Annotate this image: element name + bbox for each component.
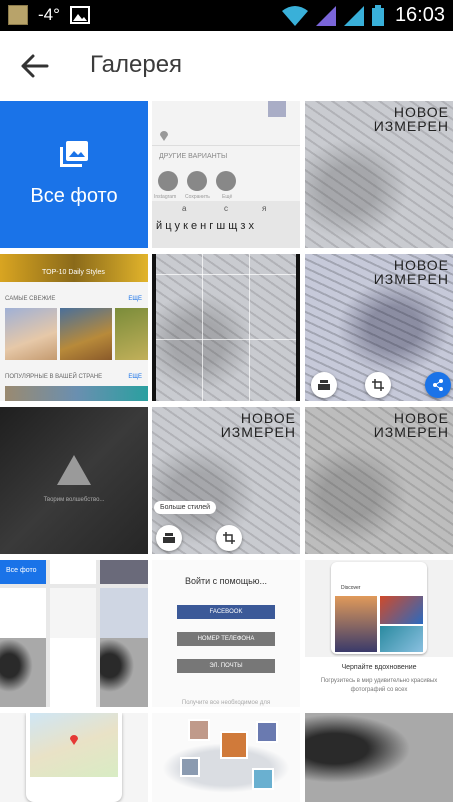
all-photos-label: Все фото bbox=[30, 185, 118, 207]
thumbnail bbox=[188, 719, 210, 741]
section-label: ПОПУЛЯРНЫЕ В ВАШЕЙ СТРАНЕ bbox=[5, 374, 103, 380]
location-icon bbox=[160, 131, 168, 141]
styles-icon bbox=[318, 380, 330, 390]
prisma-logo-icon bbox=[57, 455, 91, 485]
login-footer: Получите все необходимое для bbox=[181, 700, 271, 706]
suggestion[interactable]: а bbox=[182, 204, 186, 213]
photo-library-icon bbox=[60, 141, 88, 167]
app-bar: Галерея bbox=[0, 31, 453, 101]
signal-icon bbox=[315, 5, 336, 26]
share-button[interactable] bbox=[425, 372, 451, 398]
thumbnail bbox=[256, 721, 278, 743]
status-bar: -4° 16:03 bbox=[0, 0, 453, 31]
crop-button[interactable] bbox=[365, 372, 391, 398]
suggestion[interactable]: с bbox=[224, 204, 228, 213]
crop-icon bbox=[223, 532, 235, 544]
styles-tile[interactable]: НОВОЕ ИЗМЕРЕН Больше стилей bbox=[152, 407, 300, 554]
map-view bbox=[30, 713, 118, 777]
arrow-back-icon[interactable] bbox=[20, 53, 50, 79]
banner-title: TOP-10 Daily Styles bbox=[42, 269, 105, 276]
crop-icon bbox=[372, 379, 384, 391]
section-label: САМЫЕ СВЕЖИЕ bbox=[5, 296, 56, 302]
thumbnail bbox=[380, 626, 423, 652]
photo-tile[interactable] bbox=[305, 713, 453, 802]
more-link[interactable]: ЕЩЕ bbox=[128, 296, 142, 302]
login-title: Войти с помощью... bbox=[184, 576, 268, 586]
thumbnail-row bbox=[5, 386, 148, 401]
crop-button[interactable] bbox=[216, 525, 242, 551]
thumbnail bbox=[220, 731, 248, 759]
thumbnail bbox=[180, 757, 200, 777]
email-button[interactable]: ЭЛ. ПОЧТЫ bbox=[177, 659, 275, 673]
signal-icon bbox=[343, 5, 364, 26]
thumbnail bbox=[380, 596, 423, 624]
crop-grid-line bbox=[202, 254, 203, 401]
crop-grid-line bbox=[249, 254, 250, 401]
phone-button[interactable]: НОМЕР ТЕЛЕФОНА bbox=[177, 632, 275, 646]
screens-collage-tile[interactable]: Все фото bbox=[0, 560, 148, 707]
photo-tile[interactable]: НОВОЕ ИЗМЕРЕН bbox=[305, 254, 453, 401]
option-label: Instagram bbox=[154, 194, 177, 200]
thumbnail bbox=[252, 768, 274, 790]
option-label: Сохранить bbox=[185, 194, 210, 200]
instagram-icon[interactable] bbox=[158, 171, 178, 191]
share-icon bbox=[433, 379, 443, 391]
world-map-tile[interactable] bbox=[152, 713, 300, 802]
overlay-text: НОВОЕ ИЗМЕРЕН bbox=[373, 410, 449, 440]
styles-button[interactable] bbox=[156, 525, 182, 551]
styles-icon bbox=[163, 533, 175, 543]
photo-tile[interactable]: НОВОЕ ИЗМЕРЕН bbox=[305, 101, 453, 248]
overlay-text: НОВОЕ ИЗМЕРЕН bbox=[373, 257, 449, 287]
share-icon[interactable] bbox=[216, 171, 236, 191]
discover-subtitle: Погрузитесь в мир удивительно красивых ф… bbox=[320, 678, 438, 693]
thumbnail[interactable] bbox=[115, 308, 148, 360]
feed-tile[interactable]: TOP-10 Daily Styles САМЫЕ СВЕЖИЕ ЕЩЕ ПОП… bbox=[0, 254, 148, 401]
download-icon[interactable] bbox=[187, 171, 207, 191]
photo-tile[interactable]: НОВОЕ ИЗМЕРЕН bbox=[305, 407, 453, 554]
clock: 16:03 bbox=[394, 4, 445, 26]
banner bbox=[0, 254, 148, 282]
loading-tile[interactable]: Творим волшебство... bbox=[0, 407, 148, 554]
share-screen-tile[interactable]: ДРУГИЕ ВАРИАНТЫ Instagram Сохранить Ещё … bbox=[152, 101, 300, 248]
thumbnail bbox=[335, 596, 377, 652]
photo-grid: Все фото ДРУГИЕ ВАРИАНТЫ Instagram Сохра… bbox=[0, 101, 453, 802]
crop-photo-tile[interactable] bbox=[152, 254, 300, 401]
map-pin-icon bbox=[70, 735, 78, 745]
thumbnail bbox=[268, 101, 286, 117]
image-icon bbox=[69, 6, 90, 24]
crop-grid-line bbox=[156, 274, 296, 275]
keyboard-row[interactable]: й ц у к е н г ш щ з х bbox=[156, 220, 254, 232]
all-photos-tile[interactable]: Все фото bbox=[0, 101, 148, 248]
notes-icon bbox=[8, 5, 28, 25]
more-link[interactable]: ЕЩЕ bbox=[128, 374, 142, 380]
facebook-button[interactable]: FACEBOOK bbox=[177, 605, 275, 619]
suggestion[interactable]: я bbox=[262, 204, 266, 213]
section-label: ДРУГИЕ ВАРИАНТЫ bbox=[159, 153, 228, 160]
map-tile[interactable] bbox=[0, 713, 148, 802]
styles-button[interactable] bbox=[311, 372, 337, 398]
overlay-text: НОВОЕ ИЗМЕРЕН bbox=[220, 410, 296, 440]
discover-tile[interactable]: Discover Черпайте вдохновение Погрузитес… bbox=[305, 560, 453, 707]
option-label: Ещё bbox=[222, 194, 233, 200]
thumbnail[interactable] bbox=[5, 308, 57, 360]
temperature: -4° bbox=[38, 5, 60, 24]
battery-icon bbox=[371, 4, 384, 26]
more-styles-tooltip[interactable]: Больше стилей bbox=[154, 501, 217, 514]
wifi-icon bbox=[281, 5, 308, 26]
loading-text: Творим волшебство... bbox=[43, 497, 105, 503]
mini-all-photos-label: Все фото bbox=[6, 567, 37, 574]
discover-header: Discover bbox=[341, 585, 361, 591]
discover-title: Черпайте вдохновение bbox=[341, 664, 417, 671]
crop-grid-line bbox=[156, 339, 296, 340]
overlay-text: НОВОЕ ИЗМЕРЕН bbox=[373, 104, 449, 134]
login-tile[interactable]: Войти с помощью... FACEBOOK НОМЕР ТЕЛЕФО… bbox=[152, 560, 300, 707]
page-title: Галерея bbox=[90, 51, 183, 78]
thumbnail[interactable] bbox=[60, 308, 112, 360]
